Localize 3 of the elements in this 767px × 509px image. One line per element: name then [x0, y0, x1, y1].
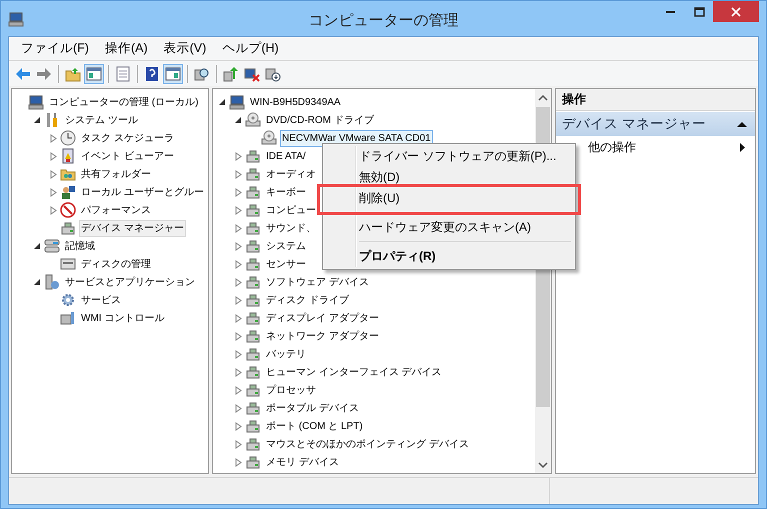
- window-title: コンピューターの管理: [308, 11, 458, 30]
- pane-header: 操作: [556, 89, 755, 111]
- section-title: デバイス マネージャー: [562, 115, 707, 133]
